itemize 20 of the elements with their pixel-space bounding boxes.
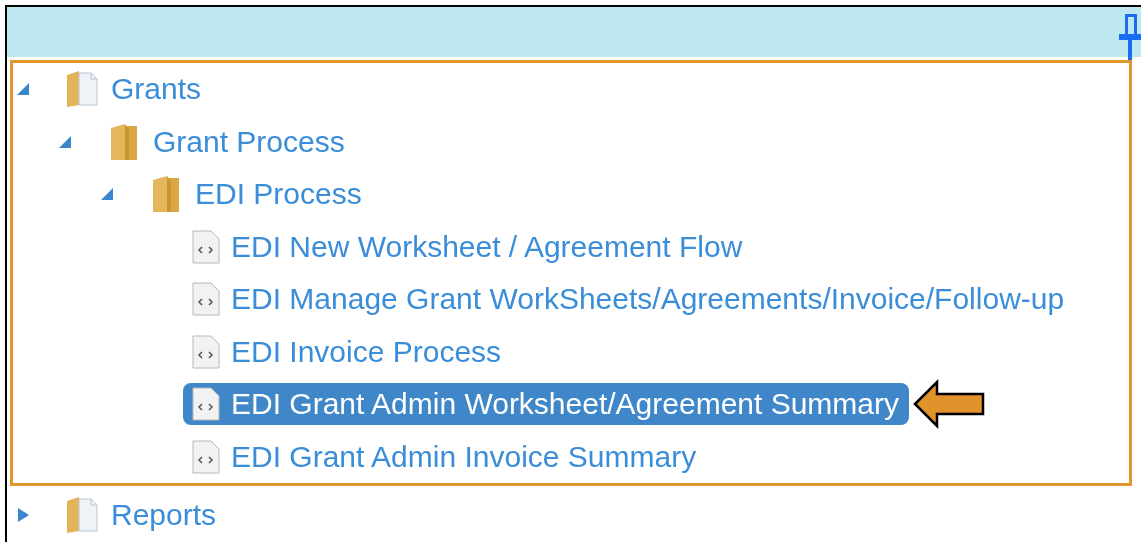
tree-item[interactable]: Reports bbox=[57, 494, 227, 537]
code-page-icon bbox=[191, 386, 221, 423]
tree-item[interactable]: EDI Grant Admin Invoice Summary bbox=[183, 435, 707, 478]
code-page-icon bbox=[191, 438, 221, 475]
tree-item[interactable]: Grant Process bbox=[99, 120, 355, 163]
collapse-triangle-icon[interactable] bbox=[15, 81, 31, 98]
pointer-arrow-icon bbox=[913, 379, 986, 430]
folder-document-icon bbox=[65, 495, 101, 536]
tree-item[interactable]: Grants bbox=[57, 68, 212, 111]
tree-item[interactable]: EDI Process bbox=[141, 173, 372, 216]
tree-item[interactable]: EDI New Worksheet / Agreement Flow bbox=[183, 225, 753, 268]
collapse-triangle-icon[interactable] bbox=[99, 186, 115, 203]
folder-document-icon bbox=[65, 69, 101, 110]
selected-tree-item[interactable]: EDI Grant Admin Worksheet/Agreement Summary bbox=[183, 383, 910, 426]
code-page-icon bbox=[191, 281, 221, 318]
tree-item[interactable]: EDI Manage Grant WorkSheets/Agreements/Invoice/Follow-up bbox=[183, 278, 1075, 321]
tree-item[interactable]: EDI Invoice Process bbox=[183, 330, 512, 373]
expand-triangle-icon[interactable] bbox=[15, 507, 31, 524]
code-page-icon bbox=[191, 228, 221, 265]
code-page-icon bbox=[191, 333, 221, 370]
